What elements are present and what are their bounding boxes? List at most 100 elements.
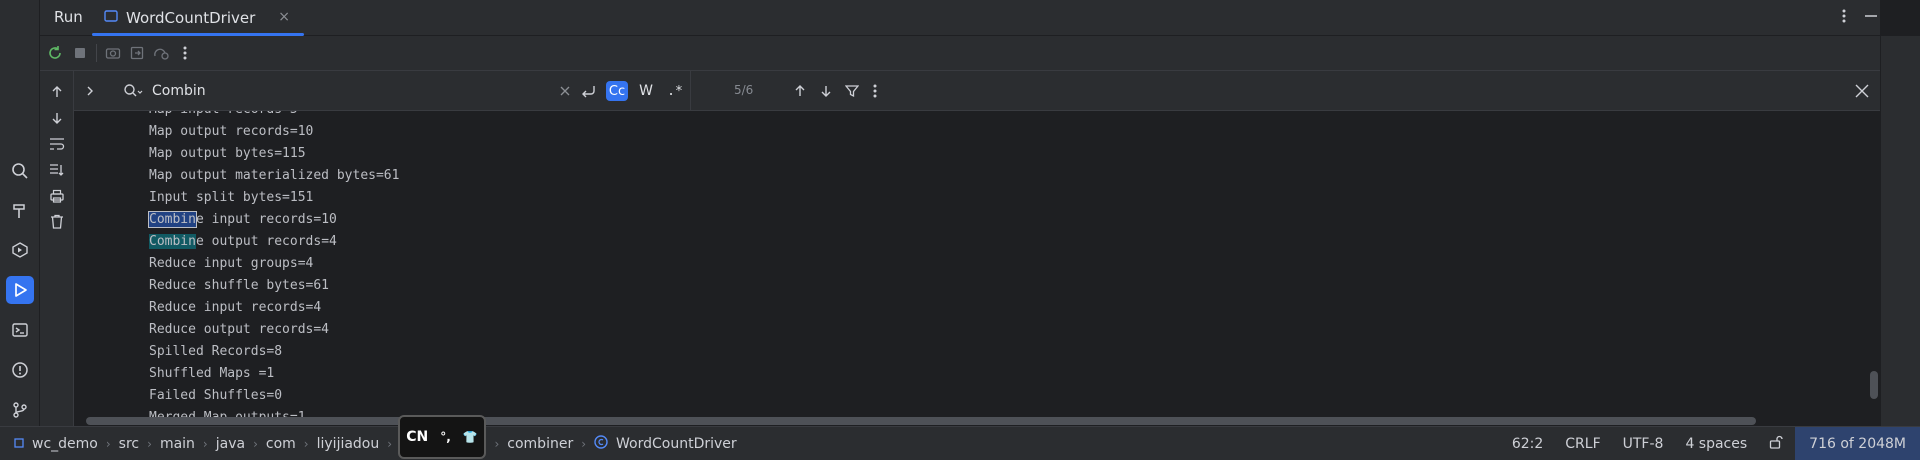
console-line: Map output bytes=115 [149, 143, 306, 165]
breadcrumb-separator-icon: › [253, 437, 258, 451]
search-icon[interactable] [6, 157, 34, 185]
breadcrumb-item[interactable]: java [216, 436, 245, 452]
tab-label: WordCountDriver [126, 9, 256, 27]
close-find-icon[interactable] [1854, 82, 1870, 100]
module-icon [14, 436, 24, 452]
breadcrumb-separator-icon: › [105, 437, 111, 451]
close-tab-icon[interactable]: × [278, 9, 290, 25]
minimize-icon[interactable] [1864, 9, 1878, 27]
console-line: Map output materialized bytes=61 [149, 165, 399, 187]
breadcrumb-item[interactable]: src [119, 436, 139, 452]
filter-icon[interactable] [844, 82, 860, 100]
console-line-text: Map output bytes=115 [149, 146, 306, 161]
breadcrumb-item[interactable]: wc_demo [32, 436, 98, 452]
find-bar: Cc W .* 5/6 [74, 71, 1880, 111]
find-bar-divider [690, 71, 691, 111]
services-icon[interactable] [6, 236, 34, 264]
line-separator[interactable]: CRLF [1565, 436, 1600, 452]
horizontal-scrollbar-thumb[interactable] [86, 417, 1756, 425]
unlock-icon[interactable] [1769, 435, 1783, 453]
console-side-toolbar [40, 71, 74, 426]
console-line: Failed Shuffles=0 [149, 385, 282, 407]
tab-wordcountdriver[interactable]: WordCountDriver × [92, 0, 304, 36]
words-toggle[interactable]: W [636, 81, 656, 101]
run-tab-bar: Run WordCountDriver × [40, 0, 1880, 36]
run-tool-icon[interactable] [6, 276, 34, 304]
git-branch-icon[interactable] [6, 396, 34, 424]
problems-icon[interactable] [6, 356, 34, 384]
camera-icon[interactable] [104, 44, 122, 62]
console-output[interactable]: Map input records=5 Map output records=10… [74, 111, 1880, 426]
class-icon [594, 435, 608, 453]
clear-search-icon[interactable] [558, 82, 572, 100]
hammer-build-icon[interactable] [6, 197, 34, 225]
next-match-icon[interactable] [818, 82, 834, 100]
console-line-text: Reduce shuffle bytes=61 [149, 278, 330, 293]
console-line: Input split bytes=151 [149, 187, 313, 209]
match-count: 5/6 [734, 83, 754, 97]
toolbar-divider [96, 44, 97, 62]
search-history-icon[interactable] [122, 82, 144, 100]
breadcrumb-separator-icon: › [147, 437, 152, 451]
console-line-text: Map input records=5 [149, 111, 298, 117]
console-line: Reduce input groups=4 [149, 253, 313, 275]
breadcrumb-item[interactable]: combiner [507, 436, 573, 452]
stop-icon[interactable] [71, 44, 89, 62]
breadcrumb-separator-icon: › [202, 437, 208, 451]
terminal-icon[interactable] [6, 316, 34, 344]
breadcrumb-separator-icon: › [494, 437, 500, 451]
top-right-actions [1842, 0, 1880, 36]
console-line-text: Failed Shuffles=0 [149, 388, 283, 403]
arrow-up-icon[interactable] [48, 83, 66, 101]
caret-position[interactable]: 62:2 [1512, 436, 1543, 452]
breadcrumb-separator-icon: › [581, 437, 587, 451]
console-line-text: Reduce input records=4 [149, 300, 322, 315]
console-line: Shuffled Maps =1 [149, 363, 274, 385]
console-line-text: Shuffled Maps =1 [149, 366, 275, 381]
previous-match-icon[interactable] [792, 82, 808, 100]
status-right: 62:2 CRLF UTF-8 4 spaces 716 of 2048M [1512, 427, 1920, 460]
export-icon[interactable] [128, 44, 146, 62]
current-search-match: Combin [148, 211, 197, 228]
soft-wrap-icon[interactable] [48, 135, 66, 153]
console-line-text: Spilled Records=8 [149, 344, 283, 359]
breadcrumb-item[interactable]: WordCountDriver [616, 436, 737, 452]
ime-skin-icon[interactable]: 👕 [463, 430, 478, 444]
console-line-text: Reduce input groups=4 [149, 256, 314, 271]
breadcrumb-item[interactable]: liyijiadou [317, 436, 380, 452]
console-line-text: Map output records=10 [149, 124, 314, 139]
indent-setting[interactable]: 4 spaces [1685, 436, 1747, 452]
console-line: Reduce output records=4 [149, 319, 329, 341]
right-tool-strip [1880, 36, 1920, 426]
file-encoding[interactable]: UTF-8 [1623, 436, 1664, 452]
vertical-scrollbar-thumb[interactable] [1870, 371, 1878, 399]
dump-threads-icon[interactable] [152, 44, 170, 62]
print-icon[interactable] [48, 187, 66, 205]
memory-indicator[interactable]: 716 of 2048M [1795, 427, 1920, 460]
breadcrumb-item[interactable]: com [266, 436, 296, 452]
trash-icon[interactable] [48, 213, 66, 231]
search-match: Combin [149, 234, 196, 249]
more-options-icon[interactable] [1842, 8, 1846, 28]
arrow-down-icon[interactable] [48, 109, 66, 127]
find-input[interactable] [152, 81, 492, 101]
run-config-icon [104, 9, 118, 27]
console-line: Map input records=5 [149, 111, 298, 121]
new-line-icon[interactable] [578, 82, 598, 100]
ime-language[interactable]: CN [406, 429, 428, 445]
more-actions-icon[interactable] [176, 44, 194, 62]
console-line-text: Reduce output records=4 [149, 322, 330, 337]
run-tool-title: Run [54, 8, 83, 26]
breadcrumb-separator-icon: › [303, 437, 309, 451]
regex-toggle[interactable]: .* [664, 81, 686, 101]
match-case-toggle[interactable]: Cc [606, 81, 628, 101]
rerun-icon[interactable] [46, 44, 64, 62]
find-more-icon[interactable] [870, 82, 880, 100]
console-line-text: Input split bytes=151 [149, 190, 314, 205]
console-line: Combine output records=4 [149, 231, 337, 253]
scroll-to-end-icon[interactable] [48, 161, 66, 179]
ime-punctuation[interactable]: °, [440, 430, 451, 444]
breadcrumb-item[interactable]: main [160, 436, 195, 452]
ime-toolbar[interactable]: CN °, 👕 [398, 415, 486, 459]
expand-chevron-icon[interactable] [84, 82, 96, 100]
